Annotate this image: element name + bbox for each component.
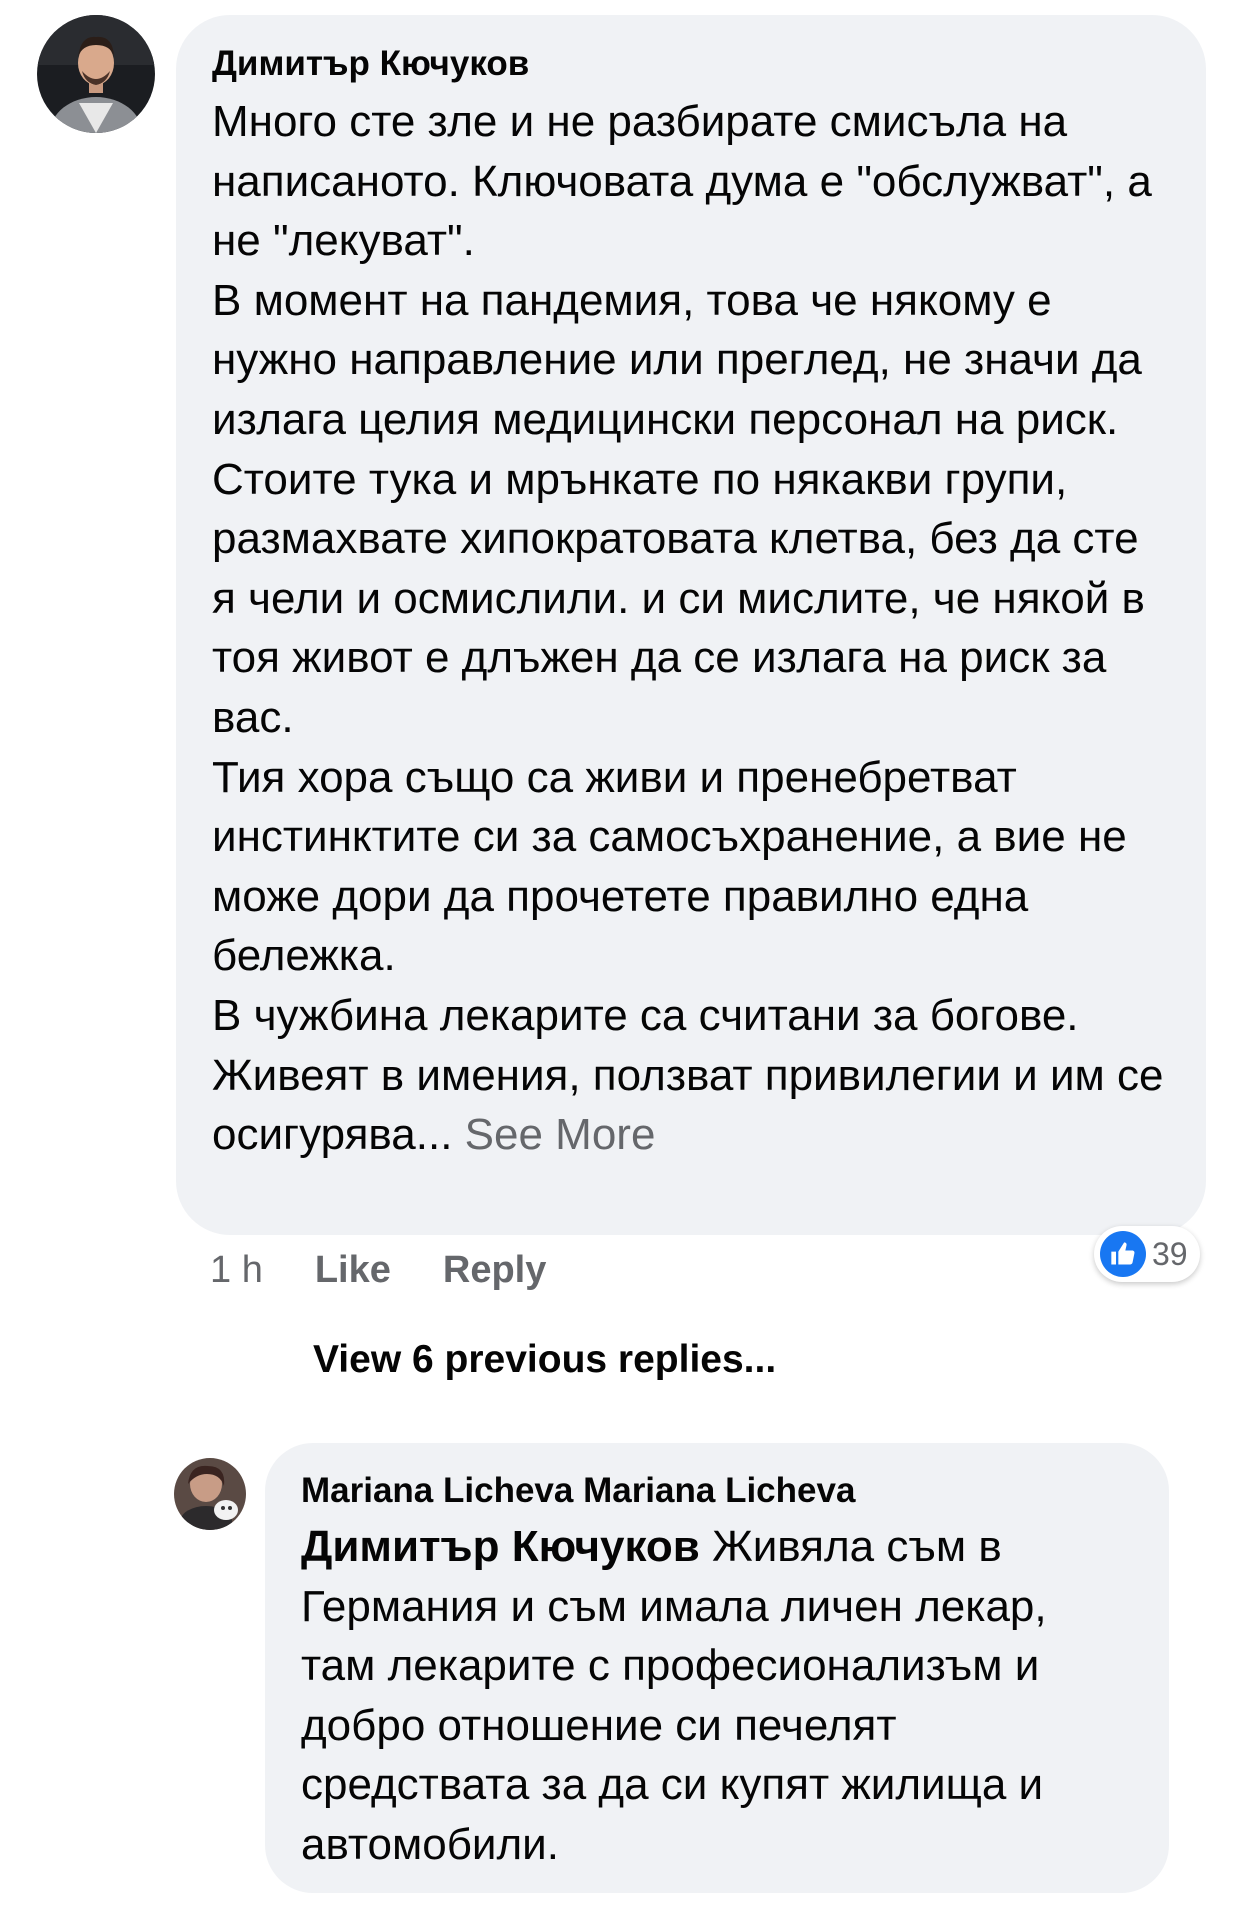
avatar-mariana[interactable] (174, 1458, 246, 1530)
reply-button[interactable]: Reply (443, 1248, 546, 1292)
comment-paragraph: Тия хора също са живи и пренебретват инс… (212, 752, 1127, 981)
reply-mention-link[interactable]: Димитър Кючуков (301, 1522, 700, 1571)
comment-paragraph: В момент на пандемия, това че някому е н… (212, 275, 1145, 742)
like-button[interactable]: Like (315, 1248, 391, 1292)
comment-paragraph: В чужбина лекарите са считани за богове.… (212, 986, 1170, 1165)
thumbs-up-icon (1100, 1231, 1146, 1277)
comment-author[interactable]: Димитър Кючуков (212, 43, 1170, 85)
view-previous-replies-link[interactable]: View 6 previous replies... (313, 1338, 776, 1382)
avatar-photo (174, 1458, 246, 1530)
comment-paragraph-text: В чужбина лекарите са считани за богове.… (212, 990, 1164, 1160)
reply-bubble: Mariana Licheva Mariana Licheva Димитър … (265, 1443, 1169, 1893)
bottom-edge (0, 1900, 1242, 1916)
comment-paragraph: Много сте зле и не разбирате смисъла на … (212, 97, 1152, 266)
avatar-photo (37, 15, 155, 133)
reply-author[interactable]: Mariana Licheva Mariana Licheva (301, 1470, 1133, 1512)
avatar-dimitar[interactable] (37, 15, 155, 133)
comment-bubble: Димитър Кючуков Много сте зле и не разби… (176, 15, 1206, 1235)
reply-text: Димитър Кючуков Живяла съм в Германия и … (301, 1517, 1133, 1875)
reaction-count: 39 (1152, 1235, 1188, 1272)
reply-text-content: Живяла съм в Германия и съм имала личен … (301, 1522, 1047, 1869)
see-more-link[interactable]: See More (465, 1110, 656, 1159)
comment-text: Много сте зле и не разбирате смисъла на … (212, 92, 1170, 1165)
reaction-summary[interactable]: 39 (1094, 1226, 1200, 1282)
comment-actions: 1 h Like Reply (210, 1248, 546, 1292)
comment-timestamp[interactable]: 1 h (210, 1248, 263, 1292)
